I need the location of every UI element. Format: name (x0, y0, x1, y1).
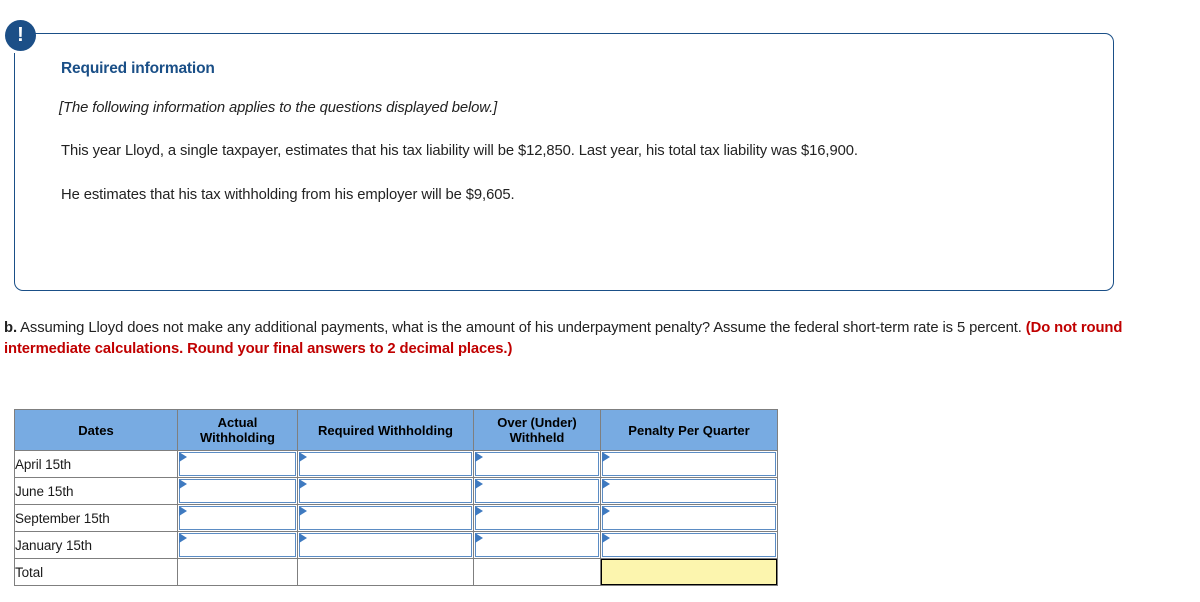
input-january-penalty-per-quarter[interactable] (600, 531, 778, 560)
dropdown-flag-icon (475, 533, 483, 544)
table-header-row: Dates Actual Withholding Required Withho… (14, 408, 778, 452)
dropdown-flag-icon (602, 533, 610, 544)
dropdown-flag-icon (179, 506, 187, 517)
input-field[interactable] (299, 533, 472, 558)
dropdown-flag-icon (299, 506, 307, 517)
input-april-penalty-per-quarter[interactable] (600, 450, 778, 479)
fact-line-withholding: He estimates that his tax withholding fr… (61, 186, 515, 203)
dropdown-flag-icon (475, 479, 483, 490)
input-january-required-withholding[interactable] (297, 531, 474, 560)
dropdown-flag-icon (179, 452, 187, 463)
input-field[interactable] (179, 506, 296, 531)
input-september-required-withholding[interactable] (297, 504, 474, 533)
dropdown-flag-icon (602, 479, 610, 490)
input-field[interactable] (602, 479, 776, 504)
column-header-penalty-per-quarter: Penalty Per Quarter (600, 408, 778, 452)
total-over-under-withheld-cell (473, 558, 601, 587)
input-field[interactable] (179, 533, 296, 558)
input-field[interactable] (299, 506, 472, 531)
dropdown-flag-icon (602, 452, 610, 463)
question-prompt: b. Assuming Lloyd does not make any addi… (4, 318, 1164, 360)
question-text: Assuming Lloyd does not make any additio… (16, 320, 1026, 336)
input-june-penalty-per-quarter[interactable] (600, 477, 778, 506)
dropdown-flag-icon (299, 452, 307, 463)
input-field[interactable] (475, 533, 599, 558)
row-label-june-15th: June 15th (14, 477, 178, 506)
column-header-dates: Dates (14, 408, 178, 452)
question-label: b. (4, 320, 17, 336)
dropdown-flag-icon (299, 479, 307, 490)
input-april-required-withholding[interactable] (297, 450, 474, 479)
exclamation-glyph: ! (17, 23, 24, 46)
column-header-required-withholding: Required Withholding (297, 408, 474, 452)
total-required-withholding-cell (297, 558, 474, 587)
required-information-callout: Required information [The following info… (14, 33, 1114, 291)
input-field[interactable] (179, 479, 296, 504)
table-row: Total (14, 558, 778, 587)
row-label-september-15th: September 15th (14, 504, 178, 533)
table-row: September 15th (14, 504, 778, 533)
exclamation-icon: ! (5, 20, 36, 51)
table-row: January 15th (14, 531, 778, 560)
input-september-actual-withholding[interactable] (177, 504, 298, 533)
fact-line-tax-liability: This year Lloyd, a single taxpayer, esti… (61, 143, 858, 160)
penalty-worksheet-table: Dates Actual Withholding Required Withho… (14, 408, 778, 587)
dropdown-flag-icon (299, 533, 307, 544)
input-field[interactable] (299, 452, 472, 477)
input-field[interactable] (475, 506, 599, 531)
input-field[interactable] (179, 452, 296, 477)
column-header-actual-withholding: Actual Withholding (177, 408, 298, 452)
input-field[interactable] (602, 506, 776, 531)
highlighted-answer-field[interactable] (601, 559, 777, 586)
input-september-penalty-per-quarter[interactable] (600, 504, 778, 533)
column-header-over-under-withheld: Over (Under) Withheld (473, 408, 601, 452)
input-field[interactable] (475, 452, 599, 477)
dropdown-flag-icon (179, 479, 187, 490)
dropdown-flag-icon (475, 452, 483, 463)
row-label-total: Total (14, 558, 178, 587)
page-title: Required information (61, 60, 215, 77)
input-june-required-withholding[interactable] (297, 477, 474, 506)
input-june-actual-withholding[interactable] (177, 477, 298, 506)
table-row: June 15th (14, 477, 778, 506)
dropdown-flag-icon (475, 506, 483, 517)
input-april-over-under-withheld[interactable] (473, 450, 601, 479)
input-field[interactable] (299, 479, 472, 504)
row-label-january-15th: January 15th (14, 531, 178, 560)
row-label-april-15th: April 15th (14, 450, 178, 479)
input-september-over-under-withheld[interactable] (473, 504, 601, 533)
input-january-actual-withholding[interactable] (177, 531, 298, 560)
input-field[interactable] (602, 533, 776, 558)
dropdown-flag-icon (179, 533, 187, 544)
input-june-over-under-withheld[interactable] (473, 477, 601, 506)
input-total-penalty[interactable] (600, 558, 778, 587)
dropdown-flag-icon (602, 506, 610, 517)
input-january-over-under-withheld[interactable] (473, 531, 601, 560)
total-actual-withholding-cell (177, 558, 298, 587)
applies-note: [The following information applies to th… (59, 100, 498, 116)
table-row: April 15th (14, 450, 778, 479)
input-field[interactable] (475, 479, 599, 504)
input-april-actual-withholding[interactable] (177, 450, 298, 479)
input-field[interactable] (602, 452, 776, 477)
